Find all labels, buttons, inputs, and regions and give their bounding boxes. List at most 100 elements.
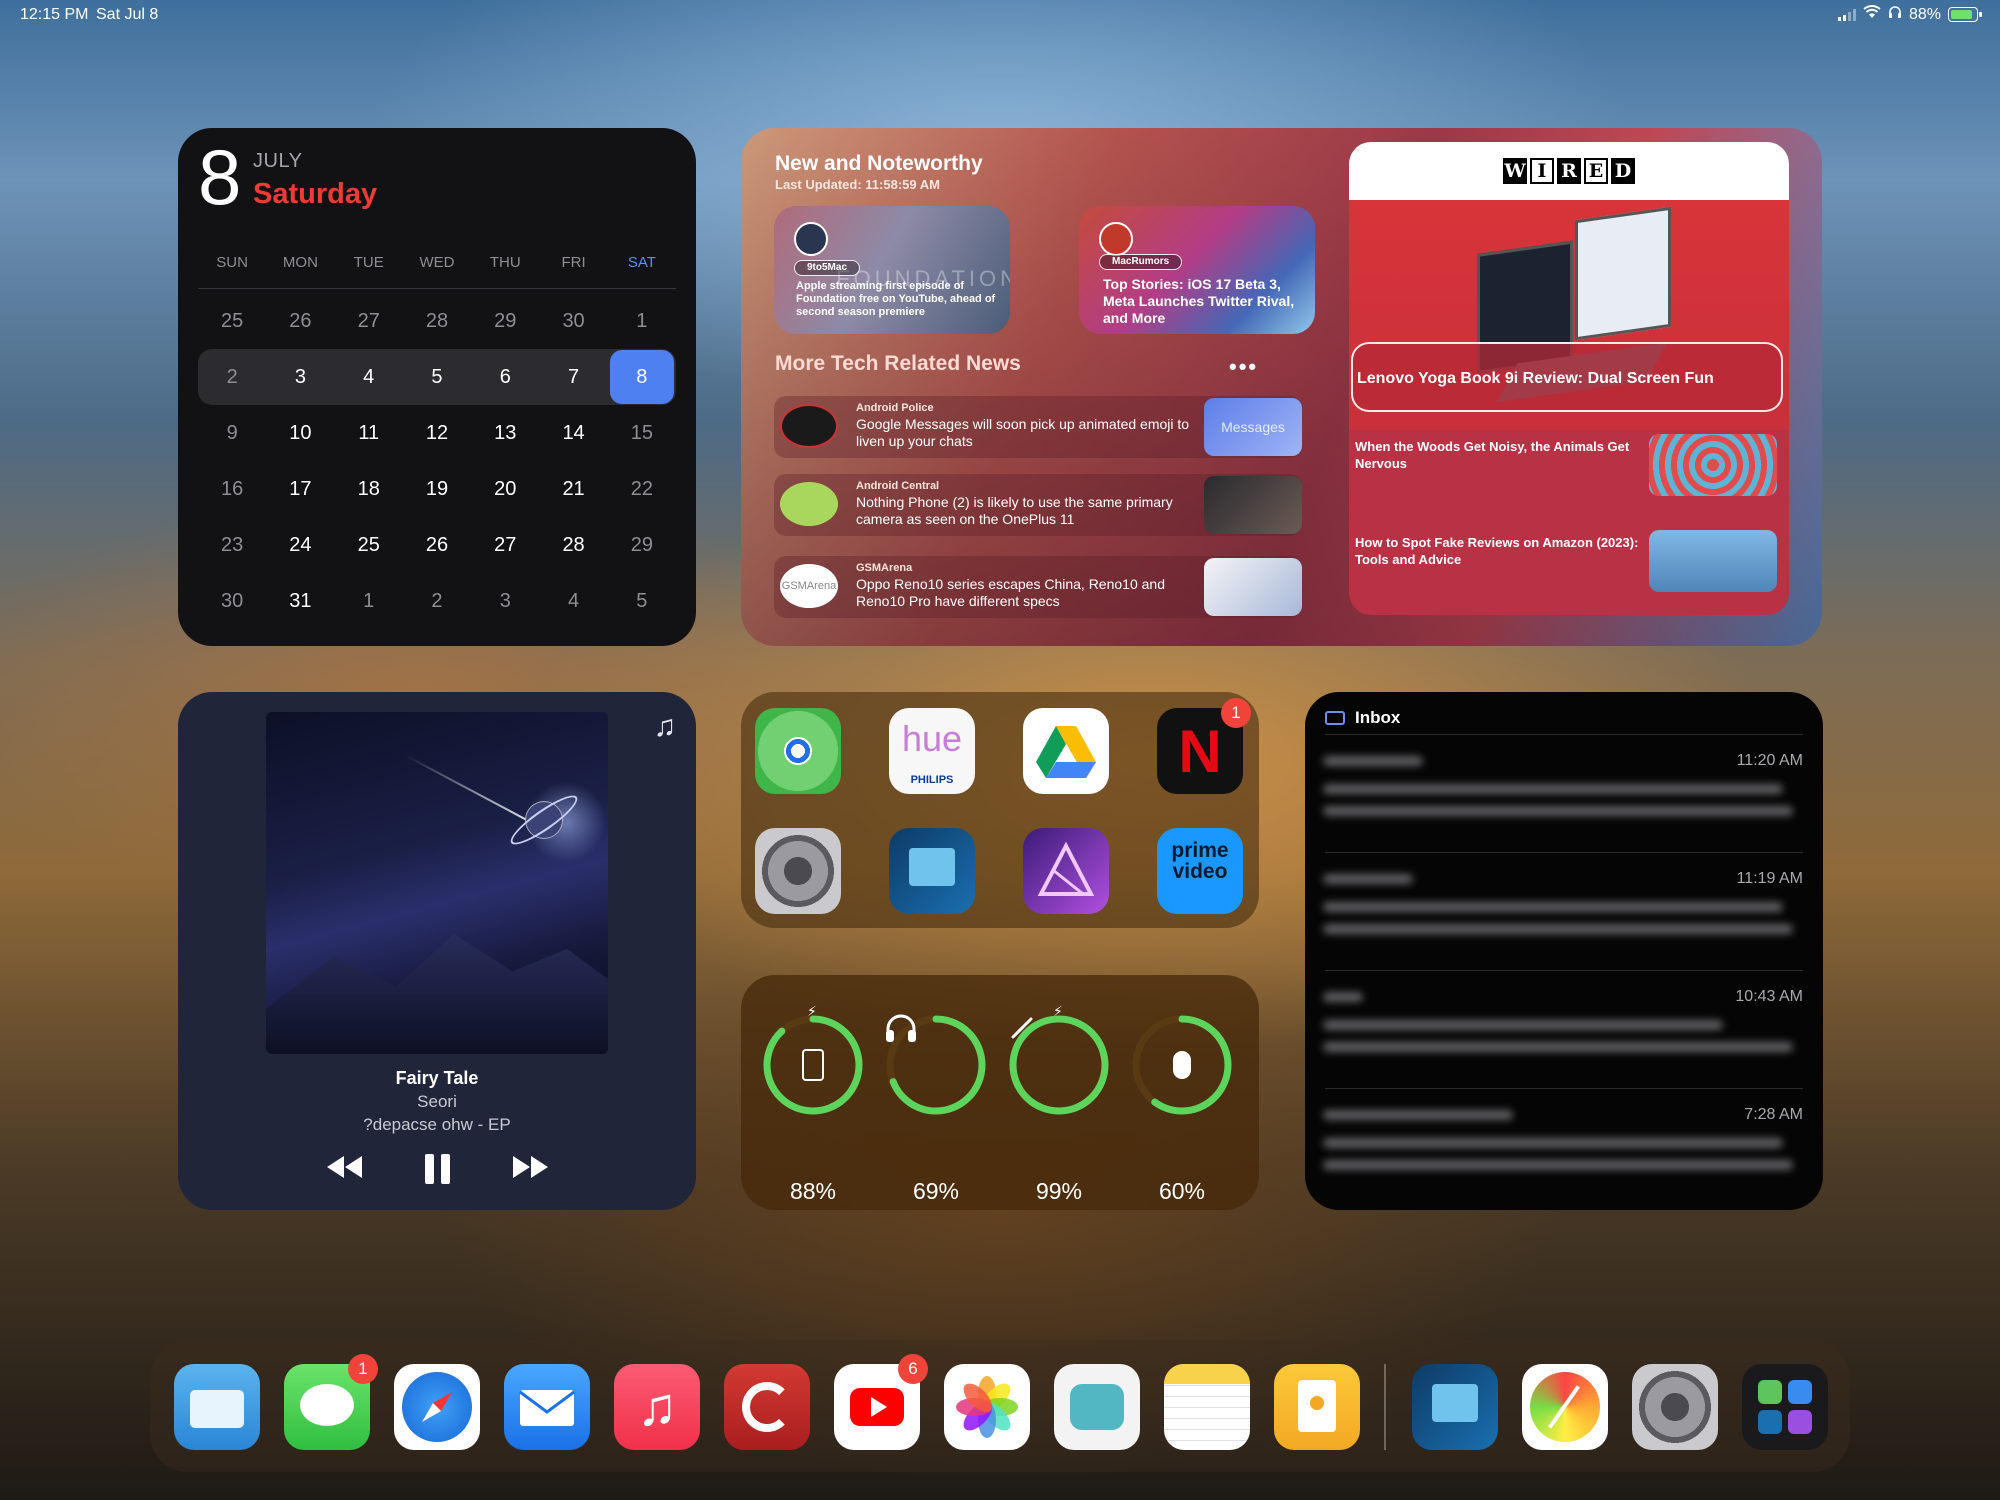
affinity-photo-icon[interactable] [1023,828,1109,914]
mail-item[interactable]: 10:43 AM [1319,980,1809,1098]
calendar-date: 4 [363,366,375,388]
photos-icon[interactable] [944,1364,1030,1450]
calendar-date: 30 [221,590,244,612]
google-drive-icon[interactable] [1023,708,1109,794]
calendar-date: 9 [226,422,238,444]
headphones-icon [884,1013,988,1117]
more-options-icon[interactable]: ••• [1229,354,1258,380]
mail-time: 11:20 AM [1736,752,1803,769]
wired-hero-headline[interactable]: Lenovo Yoga Book 9i Review: Dual Screen … [1351,342,1783,412]
news-headline: Oppo Reno10 series escapes China, Reno10… [856,576,1165,609]
calendar-date: 27 [357,310,380,332]
wired-headline: When the Woods Get Noisy, the Animals Ge… [1355,439,1630,471]
news-widget[interactable]: New and Noteworthy Last Updated: 11:58:5… [741,128,1822,646]
mail-item[interactable]: 11:19 AM [1319,862,1809,980]
weekday-header: FRI [561,253,586,271]
mail-inbox-widget[interactable]: Inbox 11:20 AM 11:19 AM 10:43 AM 7:28 AM [1305,692,1823,1210]
calendar-date: 5 [431,366,443,388]
song-title: Fairy Tale [395,1068,479,1088]
status-indicators: 88% [1837,5,1982,24]
youtube-icon[interactable]: 6 [834,1354,928,1450]
calendar-date: 29 [494,310,517,332]
find-my-icon[interactable] [755,708,841,794]
color-wheel-icon[interactable] [1522,1364,1608,1450]
mail-item[interactable]: 11:20 AM [1319,744,1809,862]
calendar-widget[interactable]: 8 JULY Saturday SUN MON TUE WED THU FRI … [178,128,696,646]
divider [1325,734,1803,735]
calendar-date: 28 [562,534,585,556]
divider [1325,852,1803,853]
files-icon[interactable] [174,1364,260,1450]
calendar-date: 1 [636,310,648,332]
calendar-date: 23 [221,534,244,556]
battery-ring: 60% [1130,1013,1234,1204]
notification-badge: 1 [348,1354,378,1384]
keynote-icon[interactable] [1274,1364,1360,1450]
battery-ring: ⚡ 88% [761,1003,865,1204]
notification-badge: 1 [1221,698,1251,728]
wired-news-card[interactable]: W I R E D Lenovo Yoga Book 9i Review: Du… [1349,142,1789,615]
story-source: MacRumors [1099,254,1183,270]
news-list-item[interactable]: GSMArena GSMArena Oppo Reno10 series esc… [774,556,1302,618]
settings-icon[interactable] [1632,1364,1718,1450]
wired-thumbnail [1649,530,1777,592]
screen-app-icon[interactable] [889,828,975,914]
notes-icon[interactable] [1164,1364,1250,1450]
calendar-date: 1 [363,590,375,612]
news-list-item[interactable]: Android Police Google Messages will soon… [774,396,1302,458]
calendar-today: 8 [609,350,674,404]
calendar-week: 9 10 11 12 13 14 15 [198,405,676,461]
calendar-date: 3 [294,366,306,388]
headphones-status-icon [1888,5,1902,24]
now-playing-widget[interactable]: ♫ Fairy Tale Seori ?depacse ohw - EP [178,692,696,1210]
podcast-icon[interactable] [724,1364,810,1450]
dock-separator [1384,1364,1386,1450]
pause-button[interactable] [424,1154,450,1184]
news-thumbnail [1204,558,1302,616]
rewind-button[interactable] [326,1152,363,1186]
calendar-date: 16 [221,478,244,500]
battery-ring: ⚡ 99% [1007,1003,1111,1204]
battery-icon [1948,7,1982,22]
hue-icon[interactable]: hue PHILIPS [889,708,975,794]
calendar-month: JULY [253,150,303,172]
divider [1325,970,1803,971]
prime-video-icon[interactable]: prime video [1157,828,1243,914]
calendar-date: 7 [568,366,580,388]
safari-icon[interactable] [394,1364,480,1450]
screen-app-icon[interactable] [1412,1364,1498,1450]
status-time: 12:15 PM [20,6,89,23]
mail-icon[interactable] [504,1364,590,1450]
news-source: Android Central [856,480,940,492]
calendar-date: 29 [630,534,653,556]
news-thumbnail [1204,476,1302,534]
calendar-week: 23 24 25 26 27 28 29 [198,517,676,573]
news-story-card[interactable]: FOUNDATION 9to5Mac Apple streaming first… [774,206,1010,334]
album-art[interactable] [266,712,608,1054]
settings-icon[interactable] [755,828,841,914]
wired-list-item[interactable]: How to Spot Fake Reviews on Amazon (2023… [1355,526,1783,596]
news-story-card[interactable]: MacRumors Top Stories: iOS 17 Beta 3, Me… [1079,206,1315,334]
battery-percent: 99% [1035,1178,1083,1204]
teal-app-icon[interactable] [1054,1364,1140,1450]
wired-list-item[interactable]: When the Woods Get Noisy, the Animals Ge… [1355,430,1783,500]
news-list-item[interactable]: Android Central Nothing Phone (2) is lik… [774,474,1302,536]
fast-forward-button[interactable] [512,1152,548,1186]
hue-logo-text: hue [901,718,963,759]
messages-icon[interactable]: 1 [284,1354,378,1450]
mail-item[interactable]: 7:28 AM [1319,1098,1809,1210]
calendar-date: 20 [494,478,517,500]
wifi-icon [1863,5,1881,24]
calendar-date: 22 [630,478,653,500]
music-icon[interactable]: ♫ [614,1364,700,1450]
wired-headline: How to Spot Fake Reviews on Amazon (2023… [1355,535,1639,567]
inbox-title: Inbox [1355,708,1401,727]
weekday-header: MON [282,253,318,271]
news-thumbnail: Messages [1204,398,1302,456]
netflix-icon[interactable]: N 1 [1157,698,1251,794]
battery-percent: 69% [912,1178,960,1204]
app-library-icon[interactable] [1742,1364,1828,1450]
batteries-widget[interactable]: ⚡ 88% 69% ⚡ 99% 60% [741,975,1259,1210]
logo-letter: R [1557,158,1581,184]
calendar-current-week: 2 3 4 5 6 7 8 [198,349,676,405]
